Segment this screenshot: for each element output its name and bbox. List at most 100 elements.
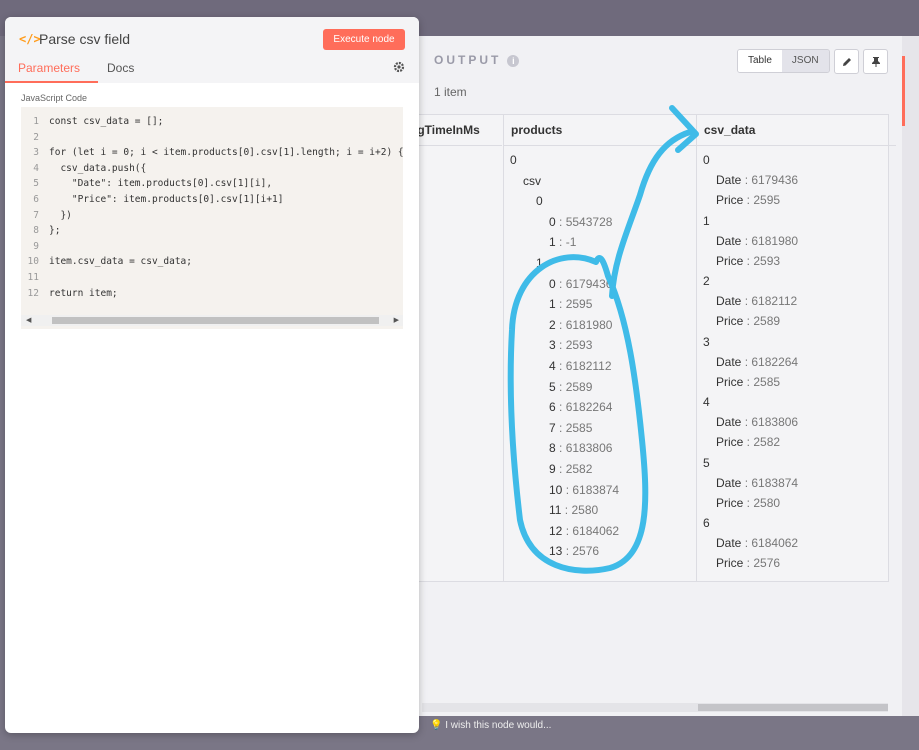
pin-data-button[interactable]	[863, 49, 888, 74]
field-key: Date	[716, 173, 742, 188]
tree-value: 2580	[571, 503, 599, 518]
edit-output-button[interactable]	[834, 49, 859, 74]
separator: :	[555, 379, 566, 394]
products-tree-node: 7 : 2585	[549, 421, 592, 435]
code-text: })	[49, 209, 72, 221]
tree-key: 0	[549, 276, 556, 291]
code-line: 5 "Date": item.products[0].csv[1][i],	[21, 176, 403, 191]
line-number: 4	[33, 162, 39, 174]
json-view-button[interactable]: JSON	[781, 50, 829, 72]
csv-price-field: Price : 2589	[716, 314, 780, 328]
field-value: 6182264	[751, 354, 799, 369]
tree-key: 12	[549, 523, 563, 538]
separator: :	[562, 482, 573, 497]
csv-price-field: Price : 2593	[716, 254, 780, 268]
csv-row-index: 0	[703, 153, 710, 167]
code-line: 1 const csv_data = [];	[21, 114, 403, 129]
column-header-timing: ngTimeInMs	[410, 115, 502, 146]
node-title[interactable]: Parse csv field	[39, 31, 130, 47]
csv-date-field: Date : 6184062	[716, 536, 798, 550]
tree-value: 6184062	[572, 523, 620, 538]
products-tree-node: 0	[510, 153, 517, 167]
pencil-icon	[842, 57, 851, 66]
code-text: "Price": item.products[0].csv[1][i+1]	[49, 194, 284, 205]
tab-docs[interactable]: Docs	[107, 61, 134, 75]
field-value: 6184062	[751, 536, 799, 551]
execute-node-button[interactable]: Execute node	[323, 29, 405, 50]
separator: :	[555, 441, 566, 456]
scrollbar-thumb[interactable]	[698, 704, 888, 711]
scroll-left-arrow-icon[interactable]: ◀	[26, 316, 31, 324]
line-number: 10	[27, 256, 39, 268]
tab-parameters[interactable]: Parameters	[18, 61, 80, 75]
separator: :	[741, 173, 752, 188]
active-tab-indicator	[5, 81, 98, 83]
line-number: 5	[33, 178, 39, 190]
field-key: Price	[716, 374, 744, 389]
products-tree-node: 2 : 6181980	[549, 318, 612, 332]
separator: :	[741, 536, 752, 551]
scrollbar-thumb[interactable]	[52, 317, 379, 324]
products-tree-node: 10 : 6183874	[549, 483, 619, 497]
code-text: csv_data.push({	[49, 162, 147, 174]
products-tree-node: 1	[536, 256, 543, 270]
column-header-csv-data: csv_data	[696, 115, 896, 146]
lightbulb-icon: 💡	[430, 720, 443, 731]
products-tree-node: 0 : 6179436	[549, 277, 612, 291]
feedback-prompt[interactable]: 💡 I wish this node would...	[430, 716, 551, 736]
column-divider	[503, 115, 504, 581]
tree-value: 6181980	[565, 317, 613, 332]
field-key: Price	[716, 435, 744, 450]
tree-key: 0	[549, 214, 556, 229]
gear-icon[interactable]	[393, 61, 405, 73]
code-text: "Date": item.products[0].csv[1][i],	[49, 178, 273, 190]
table-view-button[interactable]: Table	[738, 50, 782, 72]
code-editor[interactable]: 1 const csv_data = []; 2 3 for (let i = 0; i…	[21, 107, 404, 329]
tree-key: 10	[549, 482, 563, 497]
tree-key: 7	[549, 420, 556, 435]
tree-value: 6179436	[565, 276, 613, 291]
tree-key: csv	[523, 173, 541, 188]
tree-key: 0	[536, 194, 543, 209]
output-panel: OUTPUT i 1 item Table JSON ngTimeInMs pro…	[410, 36, 902, 716]
line-number: 3	[33, 147, 39, 159]
tree-key: 11	[549, 503, 562, 518]
tree-value: 2593	[565, 338, 593, 353]
csv-price-field: Price : 2576	[716, 556, 780, 570]
view-toggle: Table JSON	[737, 49, 830, 73]
products-tree-node: csv	[523, 174, 541, 188]
separator: :	[743, 314, 754, 329]
separator: :	[743, 556, 754, 571]
code-line: 12 return item;	[21, 286, 403, 301]
output-title-text: OUTPUT	[434, 53, 502, 67]
column-header-products: products	[503, 115, 703, 146]
code-horizontal-scrollbar[interactable]: ◀ ▶	[21, 315, 403, 326]
column-divider	[696, 115, 697, 581]
tree-value: 2582	[565, 462, 593, 476]
separator: :	[741, 294, 752, 309]
field-key: Date	[716, 233, 742, 248]
field-value: 2595	[753, 193, 781, 208]
separator: :	[741, 354, 752, 369]
csv-price-field: Price : 2582	[716, 435, 780, 449]
csv-row-index: 5	[703, 455, 710, 470]
field-value: 6181980	[751, 233, 799, 248]
products-tree-node: 8 : 6183806	[549, 441, 612, 455]
products-tree-node: 6 : 6182264	[549, 400, 612, 414]
products-tree-node: 0 : 5543728	[549, 215, 612, 229]
csv-row-index: 3	[703, 334, 710, 349]
scroll-right-arrow-icon[interactable]: ▶	[394, 316, 399, 324]
info-icon[interactable]: i	[507, 54, 520, 67]
separator: :	[555, 276, 566, 291]
tree-key: 1	[536, 256, 543, 270]
separator: :	[555, 400, 566, 415]
csv-price-field: Price : 2580	[716, 496, 780, 510]
field-key: Date	[716, 415, 742, 430]
field-value: 2593	[753, 253, 781, 268]
output-horizontal-scrollbar[interactable]	[422, 703, 888, 712]
products-tree-node: 13 : 2576	[549, 544, 599, 558]
field-value: 2582	[753, 435, 781, 450]
tree-key: 1	[549, 235, 556, 250]
code-text: return item;	[49, 287, 118, 299]
products-tree-node: 12 : 6184062	[549, 524, 619, 538]
